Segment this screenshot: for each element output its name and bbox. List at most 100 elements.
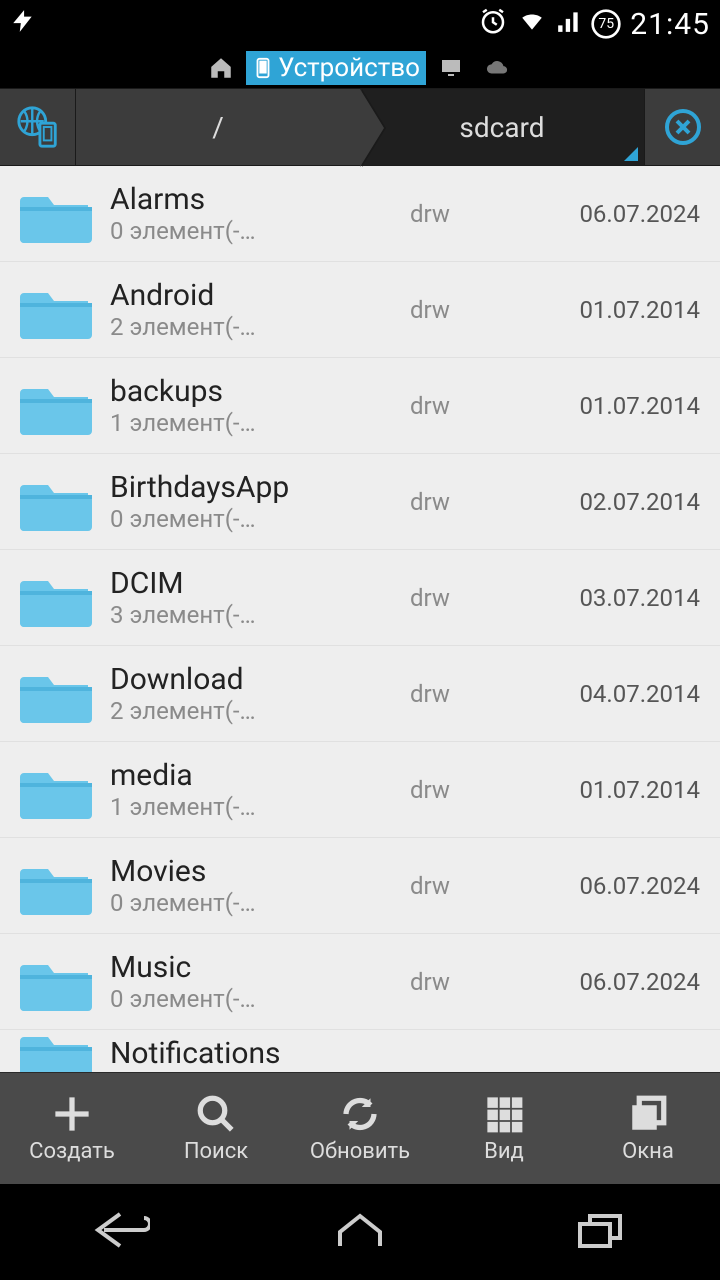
file-subtitle: 0 элемент(-… bbox=[110, 505, 310, 533]
create-button[interactable]: Создать bbox=[0, 1073, 144, 1184]
file-date: 01.07.2014 bbox=[520, 392, 700, 420]
file-subtitle: 1 элемент(-… bbox=[110, 409, 310, 437]
refresh-label: Обновить bbox=[310, 1139, 410, 1164]
list-item[interactable]: Download 2 элемент(-… drw 04.07.2014 bbox=[0, 646, 720, 742]
folder-icon bbox=[20, 761, 92, 819]
bottom-toolbar: Создать Поиск Обновить Вид Окна bbox=[0, 1072, 720, 1184]
battery-level: 75 bbox=[598, 16, 614, 32]
file-permissions: drw bbox=[410, 296, 520, 324]
list-item[interactable]: Alarms 0 элемент(-… drw 06.07.2024 bbox=[0, 166, 720, 262]
file-subtitle: 2 элемент(-… bbox=[110, 313, 310, 341]
file-list[interactable]: Alarms 0 элемент(-… drw 06.07.2024 Andro… bbox=[0, 166, 720, 1072]
file-date: 06.07.2024 bbox=[520, 968, 700, 996]
file-permissions: drw bbox=[410, 392, 520, 420]
file-date: 06.07.2024 bbox=[520, 200, 700, 228]
file-subtitle: 0 элемент(-… bbox=[110, 985, 310, 1013]
search-button[interactable]: Поиск bbox=[144, 1073, 288, 1184]
file-name: Music bbox=[110, 950, 410, 985]
location-tabs: Устройство bbox=[0, 48, 720, 88]
refresh-icon bbox=[339, 1093, 381, 1135]
list-item[interactable]: Music 0 элемент(-… drw 06.07.2024 bbox=[0, 934, 720, 1030]
dropdown-indicator-icon bbox=[624, 147, 638, 161]
computer-tab[interactable] bbox=[432, 54, 470, 82]
search-icon bbox=[195, 1093, 237, 1135]
create-label: Создать bbox=[29, 1139, 115, 1164]
folder-icon bbox=[20, 857, 92, 915]
search-label: Поиск bbox=[184, 1139, 248, 1164]
refresh-button[interactable]: Обновить bbox=[288, 1073, 432, 1184]
file-name: BirthdaysApp bbox=[110, 470, 410, 505]
view-button[interactable]: Вид bbox=[432, 1073, 576, 1184]
network-source-button[interactable] bbox=[0, 89, 76, 165]
file-permissions: drw bbox=[410, 584, 520, 612]
file-subtitle: 0 элемент(-… bbox=[110, 889, 310, 917]
file-name: Notifications bbox=[110, 1036, 700, 1071]
signal-icon bbox=[556, 8, 582, 41]
device-tab[interactable]: Устройство bbox=[246, 51, 426, 85]
file-name: Alarms bbox=[110, 182, 410, 217]
list-item[interactable]: Android 2 элемент(-… drw 01.07.2014 bbox=[0, 262, 720, 358]
file-permissions: drw bbox=[410, 968, 520, 996]
file-date: 02.07.2014 bbox=[520, 488, 700, 516]
file-date: 01.07.2014 bbox=[520, 296, 700, 324]
list-item[interactable]: backups 1 элемент(-… drw 01.07.2014 bbox=[0, 358, 720, 454]
recent-button[interactable] bbox=[570, 1208, 630, 1256]
view-label: Вид bbox=[484, 1139, 524, 1164]
windows-button[interactable]: Окна bbox=[576, 1073, 720, 1184]
file-date: 01.07.2014 bbox=[520, 776, 700, 804]
file-permissions: drw bbox=[410, 872, 520, 900]
file-permissions: drw bbox=[410, 680, 520, 708]
home-tab[interactable] bbox=[202, 53, 240, 83]
windows-label: Окна bbox=[622, 1139, 674, 1164]
file-name: media bbox=[110, 758, 410, 793]
windows-icon bbox=[627, 1093, 669, 1135]
breadcrumb-root-label: / bbox=[212, 111, 224, 144]
folder-icon bbox=[20, 1030, 92, 1072]
wifi-icon bbox=[516, 8, 548, 41]
folder-icon bbox=[20, 473, 92, 531]
list-item[interactable]: media 1 элемент(-… drw 01.07.2014 bbox=[0, 742, 720, 838]
file-subtitle: 0 элемент(-… bbox=[110, 217, 310, 245]
breadcrumb-current-label: sdcard bbox=[459, 111, 544, 144]
battery-icon: 75 bbox=[590, 8, 622, 40]
list-item[interactable]: BirthdaysApp 0 элемент(-… drw 02.07.2014 bbox=[0, 454, 720, 550]
folder-icon bbox=[20, 569, 92, 627]
file-permissions: drw bbox=[410, 200, 520, 228]
file-name: backups bbox=[110, 374, 410, 409]
grid-icon bbox=[483, 1093, 525, 1135]
list-item[interactable]: Movies 0 элемент(-… drw 06.07.2024 bbox=[0, 838, 720, 934]
bolt-icon bbox=[10, 5, 36, 44]
home-button[interactable] bbox=[330, 1208, 390, 1256]
system-nav-bar bbox=[0, 1184, 720, 1280]
file-subtitle: 3 элемент(-… bbox=[110, 601, 310, 629]
file-date: 04.07.2014 bbox=[520, 680, 700, 708]
file-subtitle: 1 элемент(-… bbox=[110, 793, 310, 821]
file-name: Android bbox=[110, 278, 410, 313]
list-item[interactable]: Notifications bbox=[0, 1030, 720, 1072]
close-tab-button[interactable] bbox=[644, 89, 720, 165]
folder-icon bbox=[20, 185, 92, 243]
folder-icon bbox=[20, 377, 92, 435]
breadcrumb-root[interactable]: / bbox=[76, 89, 360, 165]
folder-icon bbox=[20, 665, 92, 723]
path-bar: / sdcard bbox=[0, 88, 720, 166]
clock: 21:45 bbox=[630, 7, 710, 42]
file-permissions: drw bbox=[410, 488, 520, 516]
folder-icon bbox=[20, 281, 92, 339]
alarm-icon bbox=[478, 6, 508, 43]
plus-icon bbox=[51, 1093, 93, 1135]
file-name: Download bbox=[110, 662, 410, 697]
file-date: 03.07.2014 bbox=[520, 584, 700, 612]
file-subtitle: 2 элемент(-… bbox=[110, 697, 310, 725]
file-permissions: drw bbox=[410, 776, 520, 804]
file-name: Movies bbox=[110, 854, 410, 889]
list-item[interactable]: DCIM 3 элемент(-… drw 03.07.2014 bbox=[0, 550, 720, 646]
file-date: 06.07.2024 bbox=[520, 872, 700, 900]
cloud-tab[interactable] bbox=[476, 55, 518, 81]
breadcrumb-current[interactable]: sdcard bbox=[360, 89, 644, 165]
device-tab-label: Устройство bbox=[278, 53, 420, 83]
status-bar: 75 21:45 bbox=[0, 0, 720, 48]
back-button[interactable] bbox=[90, 1208, 150, 1256]
file-name: DCIM bbox=[110, 566, 410, 601]
folder-icon bbox=[20, 953, 92, 1011]
